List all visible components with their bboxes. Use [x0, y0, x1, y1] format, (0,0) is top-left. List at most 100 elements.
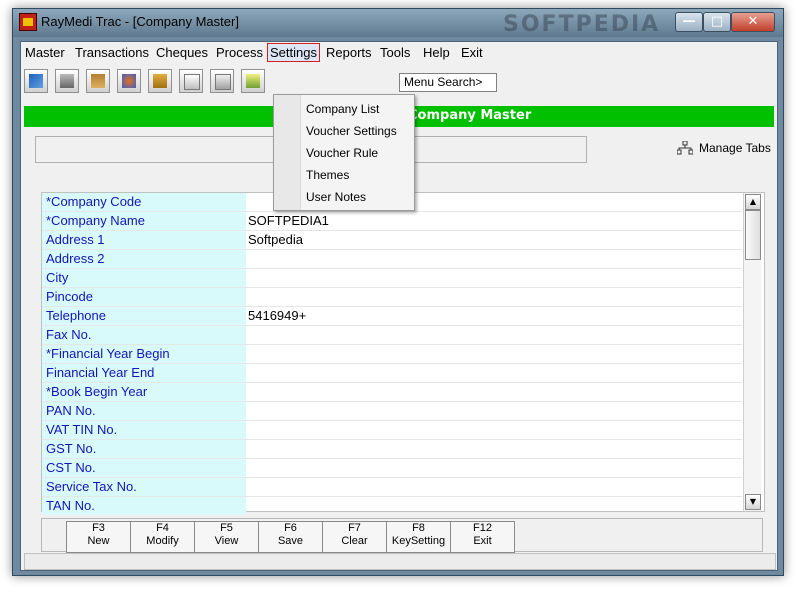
documents-icon[interactable] [179, 69, 203, 93]
menu-search-input[interactable]: Menu Search> [399, 73, 497, 92]
sitemap-icon[interactable] [677, 141, 693, 155]
building-icon[interactable] [86, 69, 110, 93]
form-row: Fax No. [42, 326, 742, 345]
field-label: Telephone [42, 307, 246, 325]
form-row: Financial Year End [42, 364, 742, 383]
keysetting-button[interactable]: F8 KeySetting [386, 521, 451, 553]
manage-tabs-link[interactable]: Manage Tabs [699, 141, 771, 155]
minimize-icon: — [682, 14, 696, 29]
menu-bar: Master Transactions Cheques Process Sett… [21, 42, 777, 64]
menu-cheques[interactable]: Cheques [156, 45, 208, 60]
printer-icon[interactable] [55, 69, 79, 93]
form-row: TAN No. [42, 497, 742, 515]
form-row: *Book Begin Year [42, 383, 742, 402]
window-title: RayMedi Trac - [Company Master] [41, 14, 239, 29]
clear-button[interactable]: F7 Clear [322, 521, 387, 553]
field-label: Service Tax No. [42, 478, 246, 496]
form-row: GST No. [42, 440, 742, 459]
menu-process[interactable]: Process [216, 45, 263, 60]
field-label: Fax No. [42, 326, 246, 344]
menu-transactions[interactable]: Transactions [75, 45, 149, 60]
app-window: RayMedi Trac - [Company Master] SOFTPEDI… [12, 8, 784, 576]
fkey-label: F12 [473, 522, 492, 534]
settings-dropdown-menu: Company List Voucher Settings Voucher Ru… [273, 94, 415, 211]
field-label: Pincode [42, 288, 246, 306]
close-icon: ✕ [747, 14, 759, 29]
book-icon[interactable] [24, 69, 48, 93]
fkey-action: Modify [146, 535, 179, 547]
menu-item-voucher-settings[interactable]: Voucher Settings [306, 124, 397, 138]
menu-settings[interactable]: Settings [267, 43, 320, 62]
menu-item-voucher-rule[interactable]: Voucher Rule [306, 146, 378, 160]
status-bar [24, 553, 776, 570]
save-button[interactable]: F6 Save [258, 521, 323, 553]
field-label: PAN No. [42, 402, 246, 420]
field-label: GST No. [42, 440, 246, 458]
menu-help[interactable]: Help [423, 45, 450, 60]
menu-master[interactable]: Master [25, 45, 65, 60]
new-button[interactable]: F3 New [66, 521, 131, 553]
gst-field[interactable] [244, 440, 742, 458]
menu-item-user-notes[interactable]: User Notes [306, 190, 366, 204]
users-icon[interactable] [117, 69, 141, 93]
form-row: CST No. [42, 459, 742, 478]
menu-exit[interactable]: Exit [461, 45, 483, 60]
form-row: *Financial Year Begin [42, 345, 742, 364]
field-label: *Financial Year Begin [42, 345, 246, 363]
boxes-icon[interactable] [148, 69, 172, 93]
field-label: VAT TIN No. [42, 421, 246, 439]
form-row: Telephone 5416949+ [42, 307, 742, 326]
scroll-up-icon[interactable]: ▲ [745, 194, 761, 210]
pincode-field[interactable] [244, 288, 742, 306]
close-button[interactable]: ✕ [731, 12, 775, 32]
app-logo-icon[interactable] [19, 13, 37, 31]
address2-field[interactable] [244, 250, 742, 268]
company-form: *Company Code *Company Name SOFTPEDIA1 Ad… [41, 192, 765, 515]
fkey-action: KeySetting [391, 535, 446, 547]
fax-field[interactable] [244, 326, 742, 344]
field-label: City [42, 269, 246, 287]
menu-item-themes[interactable]: Themes [306, 168, 349, 182]
service-tax-field[interactable] [244, 478, 742, 496]
form-row: Service Tax No. [42, 478, 742, 497]
field-label: CST No. [42, 459, 246, 477]
exit-button[interactable]: F12 Exit [450, 521, 515, 553]
maximize-icon: □ [710, 14, 724, 29]
maximize-button[interactable]: □ [703, 12, 731, 32]
form-row: Pincode [42, 288, 742, 307]
page-title: Company Master [408, 108, 532, 123]
form-row: *Company Name SOFTPEDIA1 [42, 212, 742, 231]
fy-begin-field[interactable] [244, 345, 742, 363]
notes-icon[interactable] [241, 69, 265, 93]
field-label: TAN No. [42, 497, 246, 515]
company-name-field[interactable]: SOFTPEDIA1 [244, 212, 742, 230]
fkey-action: View [214, 535, 239, 547]
scroll-down-icon[interactable]: ▼ [745, 494, 761, 510]
fkey-action: Exit [473, 535, 492, 547]
tan-field[interactable] [244, 497, 742, 515]
vertical-scrollbar[interactable]: ▲ ▼ [743, 193, 761, 511]
scroll-thumb[interactable] [745, 210, 761, 260]
fy-end-field[interactable] [244, 364, 742, 382]
view-button[interactable]: F5 View [194, 521, 259, 553]
modify-button[interactable]: F4 Modify [130, 521, 195, 553]
field-label: *Book Begin Year [42, 383, 246, 401]
gear-document-icon[interactable] [210, 69, 234, 93]
vat-tin-field[interactable] [244, 421, 742, 439]
menu-tools[interactable]: Tools [380, 45, 410, 60]
book-begin-year-field[interactable] [244, 383, 742, 401]
field-label: *Company Code [42, 193, 246, 211]
fkey-action: Clear [341, 535, 368, 547]
menu-reports[interactable]: Reports [326, 45, 372, 60]
client-area: Master Transactions Cheques Process Sett… [20, 41, 778, 571]
fkey-label: F3 [92, 522, 105, 534]
menu-item-company-list[interactable]: Company List [306, 102, 379, 116]
pan-field[interactable] [244, 402, 742, 420]
telephone-field[interactable]: 5416949+ [244, 307, 742, 325]
address1-field[interactable]: Softpedia [244, 231, 742, 249]
form-row: Address 1 Softpedia [42, 231, 742, 250]
cst-field[interactable] [244, 459, 742, 477]
form-row: City [42, 269, 742, 288]
minimize-button[interactable]: — [675, 12, 703, 32]
city-field[interactable] [244, 269, 742, 287]
